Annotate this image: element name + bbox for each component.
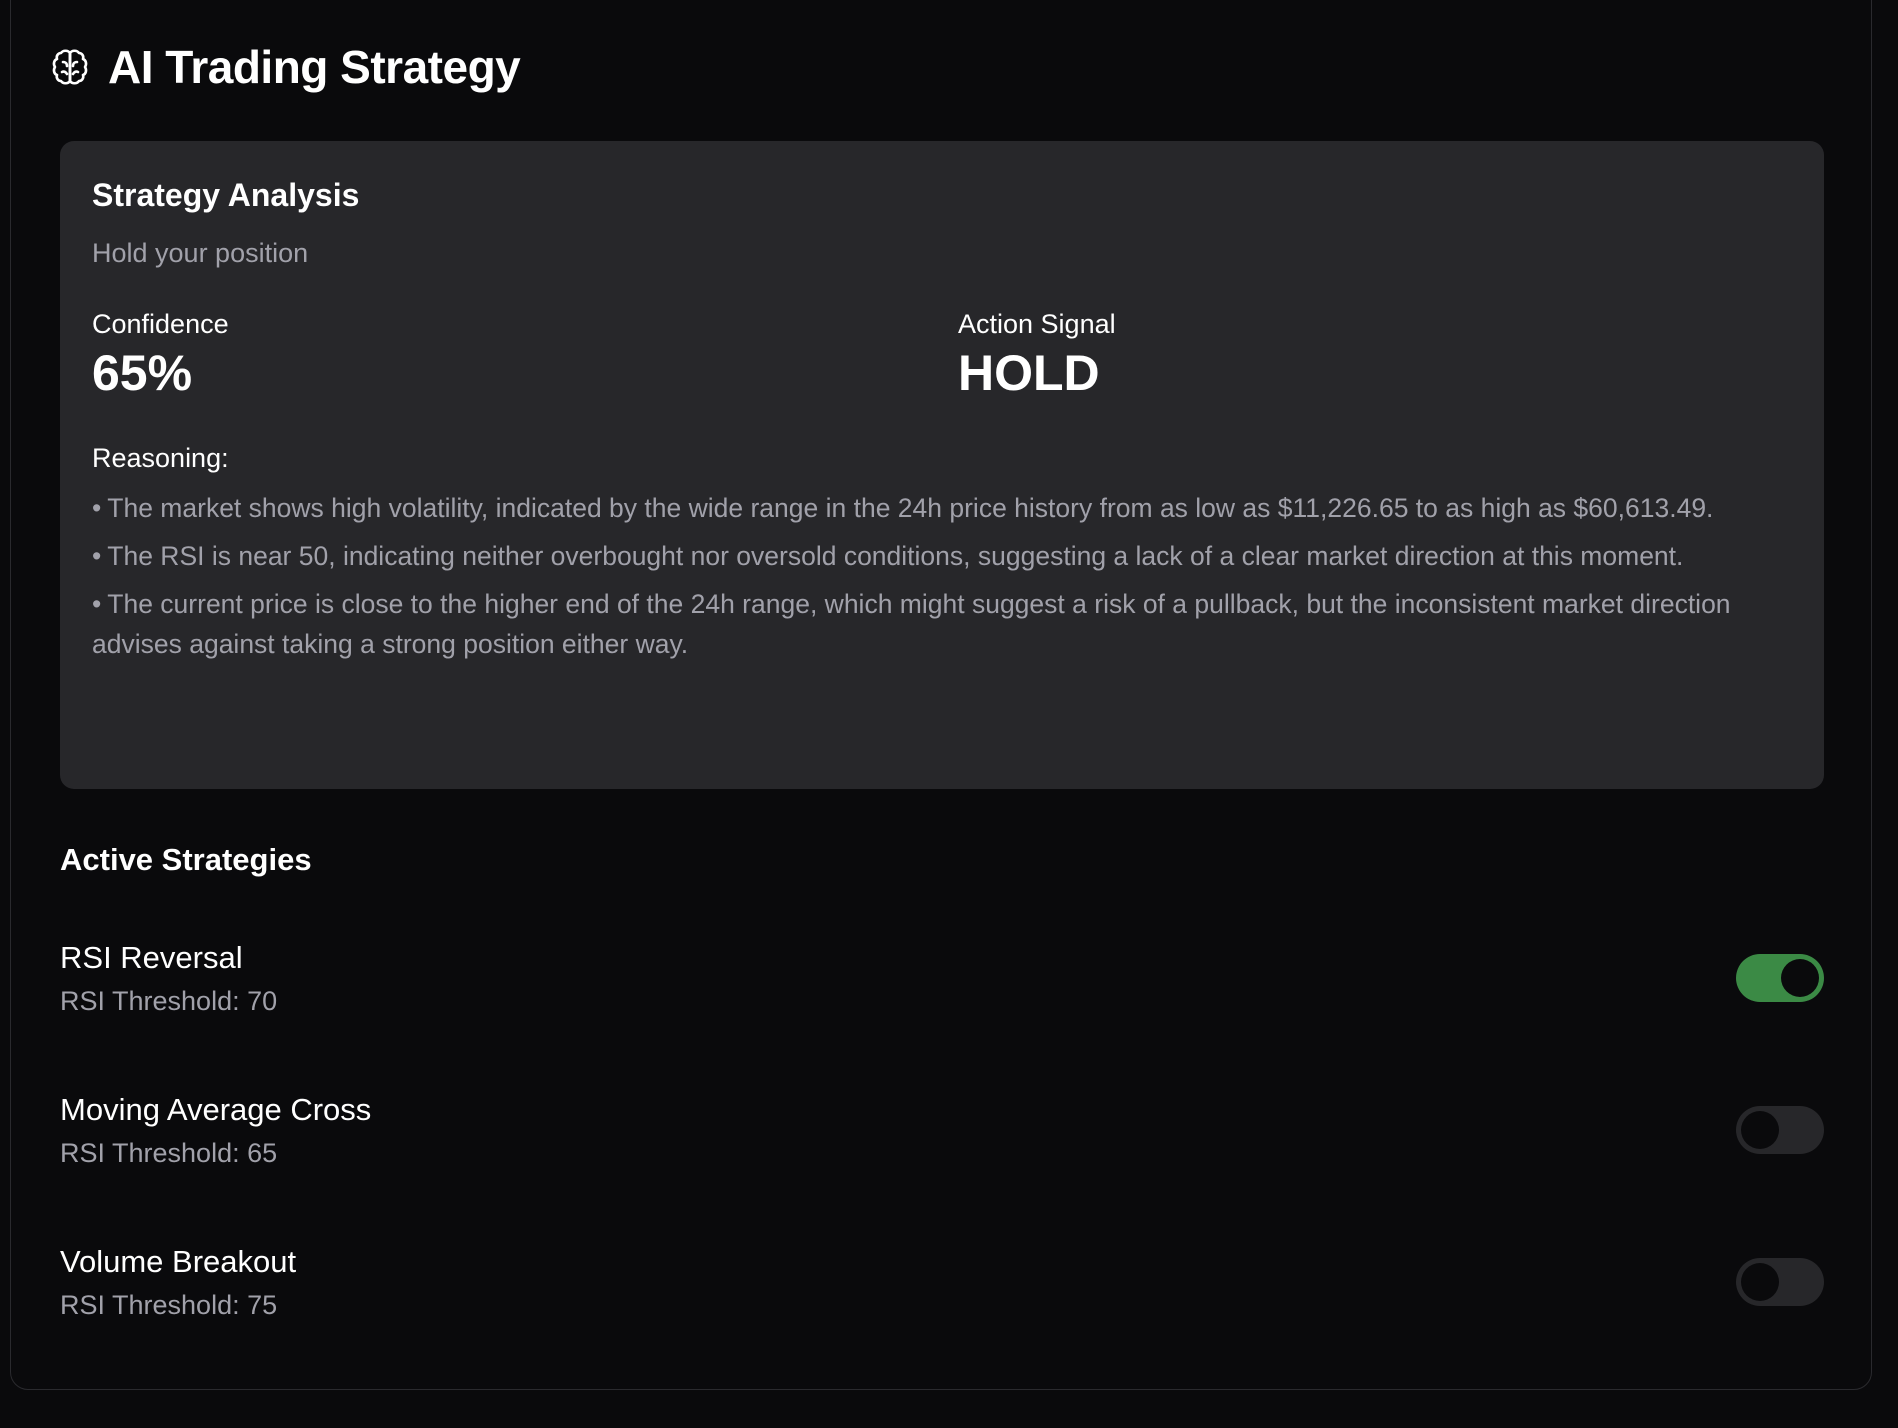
volume-breakout-toggle[interactable] [1736, 1258, 1824, 1306]
strategy-analysis-panel: Strategy Analysis Hold your position Con… [60, 141, 1824, 789]
moving-average-cross-toggle[interactable] [1736, 1106, 1824, 1154]
bullet-icon: • [92, 493, 102, 523]
strategy-threshold: RSI Threshold: 70 [60, 986, 278, 1016]
brain-icon [52, 49, 88, 85]
toggle-knob [1741, 1263, 1779, 1301]
rsi-reversal-toggle[interactable] [1736, 954, 1824, 1002]
strategy-threshold: RSI Threshold: 65 [60, 1138, 278, 1168]
strategy-threshold: RSI Threshold: 75 [60, 1290, 278, 1320]
reasoning-text: The current price is close to the higher… [92, 589, 1731, 659]
active-strategies-title: Active Strategies [60, 842, 312, 877]
analysis-title: Strategy Analysis [92, 177, 360, 213]
page-title: AI Trading Strategy [108, 41, 521, 93]
metrics-row: Confidence 65% Action Signal HOLD [92, 309, 1792, 401]
toggle-knob [1781, 959, 1819, 997]
bullet-icon: • [92, 589, 102, 619]
confidence-value: 65% [92, 345, 193, 401]
strategy-name: RSI Reversal [60, 940, 243, 975]
reasoning-item: • The market shows high volatility, indic… [92, 488, 1792, 528]
reasoning-item: • The current price is close to the highe… [92, 584, 1792, 664]
reasoning-label: Reasoning: [92, 443, 229, 473]
strategy-name: Moving Average Cross [60, 1092, 372, 1127]
reasoning-item: • The RSI is near 50, indicating neither … [92, 536, 1792, 576]
strategy-row-rsi-reversal: RSI Reversal RSI Threshold: 70 [60, 940, 1824, 1030]
strategy-name: Volume Breakout [60, 1244, 297, 1279]
action-signal-value: HOLD [958, 345, 1100, 401]
analysis-subtitle: Hold your position [92, 238, 309, 268]
confidence-label: Confidence [92, 309, 229, 339]
header: AI Trading Strategy [50, 40, 521, 94]
toggle-knob [1741, 1111, 1779, 1149]
confidence-metric: Confidence 65% [92, 309, 229, 402]
action-signal-label: Action Signal [958, 309, 1116, 339]
reasoning-text: The RSI is near 50, indicating neither o… [107, 541, 1684, 571]
bullet-icon: • [92, 541, 102, 571]
reasoning-text: The market shows high volatility, indica… [107, 493, 1714, 523]
strategy-row-volume-breakout: Volume Breakout RSI Threshold: 75 [60, 1244, 1824, 1334]
strategy-row-moving-average-cross: Moving Average Cross RSI Threshold: 65 [60, 1092, 1824, 1182]
action-signal-metric: Action Signal HOLD [958, 309, 1116, 402]
reasoning-list: • The market shows high volatility, indic… [92, 488, 1792, 664]
